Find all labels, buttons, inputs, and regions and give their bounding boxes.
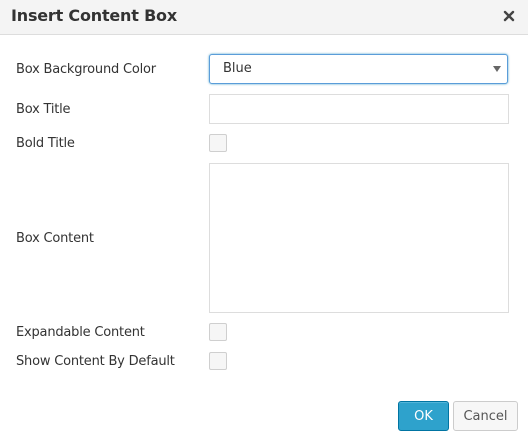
box-content-textarea[interactable] bbox=[209, 163, 509, 313]
show-content-default-label: Show Content By Default bbox=[16, 354, 175, 369]
box-title-label: Box Title bbox=[16, 102, 71, 117]
chevron-down-icon bbox=[493, 66, 501, 72]
show-content-default-checkbox[interactable] bbox=[209, 352, 227, 370]
expandable-content-checkbox[interactable] bbox=[209, 323, 227, 341]
close-icon-glyph bbox=[503, 10, 515, 22]
bold-title-label: Bold Title bbox=[16, 136, 75, 151]
close-icon[interactable] bbox=[500, 6, 518, 26]
expandable-content-label: Expandable Content bbox=[16, 325, 145, 340]
cancel-button[interactable]: Cancel bbox=[453, 401, 518, 431]
ok-button[interactable]: OK bbox=[398, 401, 449, 431]
insert-content-box-dialog: Insert Content Box Box Background Color … bbox=[0, 0, 528, 439]
bg-color-select[interactable]: Blue bbox=[209, 54, 508, 84]
bg-color-label: Box Background Color bbox=[16, 62, 156, 77]
bg-color-selected-value: Blue bbox=[223, 61, 252, 76]
box-content-label: Box Content bbox=[16, 231, 94, 246]
dialog-title: Insert Content Box bbox=[11, 6, 177, 25]
box-title-input[interactable] bbox=[209, 94, 509, 124]
dialog-titlebar: Insert Content Box bbox=[0, 0, 528, 35]
bold-title-checkbox[interactable] bbox=[209, 134, 227, 152]
